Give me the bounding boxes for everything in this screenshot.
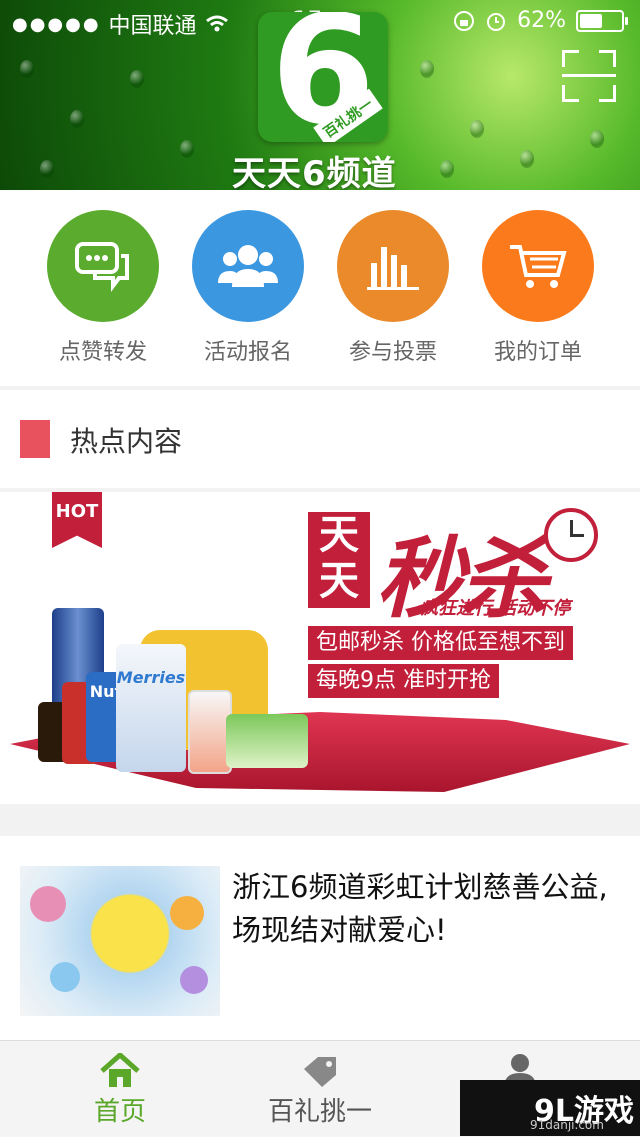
channel-name: 天天6频道 xyxy=(232,154,397,190)
promo-subtitle: 疯狂进行 活动不停 xyxy=(420,598,571,619)
decor-bubble xyxy=(170,896,204,930)
menu-icon-circle xyxy=(192,210,304,322)
decor-bubble xyxy=(30,886,66,922)
article-title: 浙江6频道彩虹计划慈善公益,场现结对献爱心! xyxy=(232,870,608,947)
raindrop xyxy=(420,60,434,78)
home-icon xyxy=(100,1053,140,1087)
product-merries: Merries xyxy=(116,644,186,772)
raindrop xyxy=(180,140,194,158)
carrier-label: 中国联通 xyxy=(108,14,197,39)
signal-dots-icon: ●●●●● xyxy=(12,13,101,35)
menu-label: 我的订单 xyxy=(493,340,582,365)
decor-bubble xyxy=(50,962,80,992)
tab-label: 百礼挑一 xyxy=(267,1097,372,1127)
chat-bubbles-icon xyxy=(75,242,129,292)
promo-title-part1: 天天 xyxy=(308,512,370,608)
menu-label: 点赞转发 xyxy=(58,340,147,365)
raindrop xyxy=(590,130,604,148)
battery-icon xyxy=(576,9,628,32)
article-item[interactable]: 浙江6频道彩虹计划慈善公益,场现结对献爱心! xyxy=(0,836,640,1040)
watermark-logo: 9L游戏 91danji.com xyxy=(460,1080,640,1136)
quick-menu: 点赞转发 活动报名 参与投票 我的订单 xyxy=(0,190,640,386)
menu-label: 活动报名 xyxy=(203,340,292,365)
raindrop xyxy=(440,160,454,178)
raindrop xyxy=(130,70,144,88)
channel-logo: 6 百礼挑一 xyxy=(258,12,388,142)
decor-bubble xyxy=(180,966,208,994)
tab-label: 首页 xyxy=(93,1097,146,1127)
battery-percent: 62% xyxy=(517,8,566,33)
shopping-cart-icon xyxy=(510,245,567,288)
menu-item-vote[interactable]: 参与投票 xyxy=(323,210,463,366)
section-title: 热点内容 xyxy=(70,425,183,458)
raindrop xyxy=(20,60,34,78)
menu-icon-circle xyxy=(47,210,159,322)
tag-icon xyxy=(304,1057,336,1087)
tab-home[interactable]: 首页 xyxy=(20,1041,220,1137)
watermark-site: 91danji.com xyxy=(530,1118,604,1132)
section-header: 热点内容 xyxy=(0,390,640,488)
raindrop xyxy=(520,150,534,168)
promo-line-1: 包邮秒杀 价格低至想不到 xyxy=(308,626,573,660)
scan-button[interactable] xyxy=(562,50,616,102)
wifi-icon xyxy=(205,15,228,32)
menu-icon-circle xyxy=(337,210,449,322)
header-banner: ●●●●● 中国联通 15 62% 6 百礼挑一 天天6频道 xyxy=(0,0,640,190)
alarm-icon xyxy=(487,12,506,31)
menu-item-like-share[interactable]: 点赞转发 xyxy=(33,210,173,366)
rotation-lock-icon xyxy=(454,10,475,31)
hot-badge: HOT xyxy=(52,492,102,548)
promo-banner[interactable]: HOT 天天 秒杀 疯狂进行 活动不停 包邮秒杀 价格低至想不到 每晚9点 准时… xyxy=(0,492,640,804)
menu-item-orders[interactable]: 我的订单 xyxy=(468,210,608,366)
bar-chart-icon xyxy=(367,247,419,290)
scan-icon xyxy=(562,74,616,77)
raindrop xyxy=(40,160,54,178)
menu-icon-circle xyxy=(482,210,594,322)
people-icon xyxy=(218,245,278,287)
clock-icon xyxy=(544,508,598,562)
promo-line-2: 每晚9点 准时开抢 xyxy=(308,664,499,698)
raindrop xyxy=(470,120,484,138)
tab-gift[interactable]: 百礼挑一 xyxy=(220,1041,420,1137)
raindrop xyxy=(70,110,84,128)
product-box-green xyxy=(226,714,308,768)
menu-label: 参与投票 xyxy=(348,340,437,365)
article-thumbnail xyxy=(20,866,220,1016)
menu-item-signup[interactable]: 活动报名 xyxy=(178,210,318,366)
section-accent xyxy=(20,420,50,458)
